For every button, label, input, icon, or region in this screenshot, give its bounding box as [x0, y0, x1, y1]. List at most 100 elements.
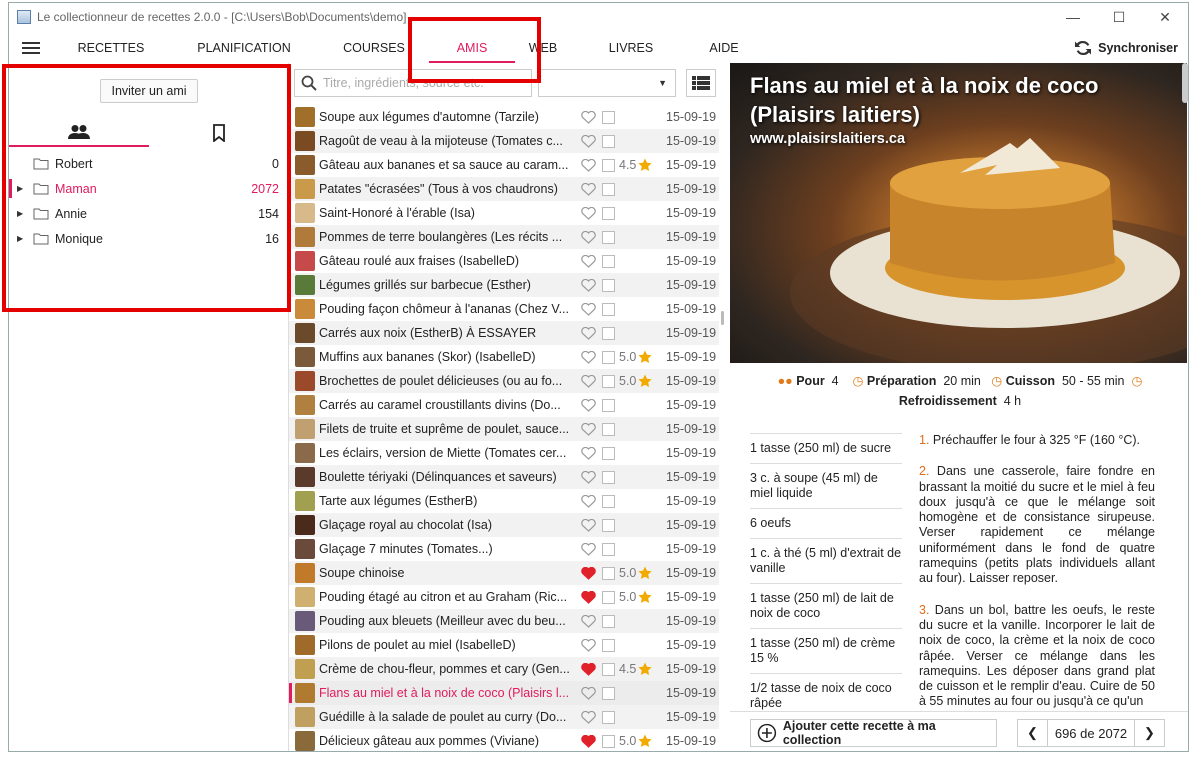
expand-arrow-icon[interactable]: ▶ [17, 209, 33, 218]
recipe-row[interactable]: Gâteau aux bananes et sa sauce au caram.… [289, 153, 719, 177]
recipe-checkbox[interactable] [602, 662, 615, 676]
maximize-button[interactable]: ☐ [1096, 3, 1142, 31]
recipe-row[interactable]: Délicieux gâteau aux pommes (Viviane) 5.0… [289, 729, 719, 751]
favorite-heart-icon[interactable] [579, 542, 597, 556]
hamburger-icon[interactable] [9, 41, 53, 55]
favorite-heart-icon[interactable] [579, 398, 597, 412]
tab-livres[interactable]: LIVRES [571, 33, 691, 63]
tab-planification[interactable]: PLANIFICATION [169, 33, 319, 63]
expand-arrow-icon[interactable]: ▶ [17, 234, 33, 243]
view-toggle-button[interactable] [686, 69, 716, 97]
detail-scrollbar[interactable] [1182, 63, 1188, 103]
favorite-heart-icon[interactable] [579, 326, 597, 340]
recipe-checkbox[interactable] [602, 278, 615, 292]
favorite-heart-icon[interactable] [579, 518, 597, 532]
favorite-heart-icon[interactable] [579, 206, 597, 220]
recipe-checkbox[interactable] [602, 518, 615, 532]
close-button[interactable]: ✕ [1142, 3, 1188, 31]
recipe-checkbox[interactable] [602, 374, 615, 388]
favorite-heart-icon[interactable] [579, 230, 597, 244]
tab-aide[interactable]: AIDE [691, 33, 757, 63]
favorite-heart-icon[interactable] [579, 422, 597, 436]
favorite-heart-icon[interactable] [579, 662, 597, 676]
favorite-heart-icon[interactable] [579, 278, 597, 292]
next-button[interactable]: ❯ [1134, 720, 1164, 746]
favorite-heart-icon[interactable] [579, 302, 597, 316]
favorite-heart-icon[interactable] [579, 182, 597, 196]
favorite-heart-icon[interactable] [579, 350, 597, 364]
recipe-checkbox[interactable] [602, 398, 615, 412]
recipe-row[interactable]: Saint-Honoré à l'érable (Isa) 15-09-19 [289, 201, 719, 225]
search-box[interactable]: Titre, ingrédients, source etc. [294, 69, 532, 97]
friend-item[interactable]: ▶ Monique 16 [9, 226, 289, 251]
recipe-row[interactable]: Guédille à la salade de poulet au curry … [289, 705, 719, 729]
favorite-heart-icon[interactable] [579, 734, 597, 748]
recipe-checkbox[interactable] [602, 494, 615, 508]
recipe-checkbox[interactable] [602, 590, 615, 604]
recipe-checkbox[interactable] [602, 614, 615, 628]
recipe-row[interactable]: Pilons de poulet au miel (IsabelleD) 15-0… [289, 633, 719, 657]
recipe-checkbox[interactable] [602, 734, 615, 748]
recipe-checkbox[interactable] [602, 182, 615, 196]
favorite-heart-icon[interactable] [579, 494, 597, 508]
recipe-row[interactable]: Tarte aux légumes (EstherB) 15-09-19 [289, 489, 719, 513]
add-to-collection-button[interactable]: Ajouter cette recette à ma collection [750, 719, 997, 747]
favorite-heart-icon[interactable] [579, 446, 597, 460]
favorite-heart-icon[interactable] [579, 566, 597, 580]
recipe-row[interactable]: Gâteau roulé aux fraises (IsabelleD) 15-0… [289, 249, 719, 273]
recipe-checkbox[interactable] [602, 110, 615, 124]
favorite-heart-icon[interactable] [579, 158, 597, 172]
prev-button[interactable]: ❮ [1018, 720, 1048, 746]
recipe-row[interactable]: Brochettes de poulet délicieuses (ou au … [289, 369, 719, 393]
tab-web[interactable]: WEB [515, 33, 571, 63]
expand-arrow-icon[interactable]: ▶ [17, 184, 33, 193]
recipe-row[interactable]: Soupe aux légumes d'automne (Tarzile) 15-… [289, 105, 719, 129]
recipe-row[interactable]: Muffins aux bananes (Skor) (IsabelleD) 5.… [289, 345, 719, 369]
recipe-checkbox[interactable] [602, 158, 615, 172]
recipe-row[interactable]: Les éclairs, version de Miette (Tomates … [289, 441, 719, 465]
favorite-heart-icon[interactable] [579, 590, 597, 604]
friend-item[interactable]: ▶ Maman 2072 [9, 176, 289, 201]
recipe-checkbox[interactable] [602, 710, 615, 724]
recipe-row[interactable]: Glaçage royal au chocolat (Isa) 15-09-19 [289, 513, 719, 537]
recipe-checkbox[interactable] [602, 446, 615, 460]
favorite-heart-icon[interactable] [579, 110, 597, 124]
recipe-checkbox[interactable] [602, 350, 615, 364]
recipe-checkbox[interactable] [602, 470, 615, 484]
favorite-heart-icon[interactable] [579, 710, 597, 724]
recipe-row[interactable]: Flans au miel et à la noix de coco (Plai… [289, 681, 719, 705]
recipe-row[interactable]: Glaçage 7 minutes (Tomates...) 15-09-19 [289, 537, 719, 561]
recipe-checkbox[interactable] [602, 638, 615, 652]
tab-recettes[interactable]: RECETTES [53, 33, 169, 63]
recipe-row[interactable]: Pouding étagé au citron et au Graham (Ri… [289, 585, 719, 609]
sync-button[interactable]: Synchroniser [1074, 33, 1178, 63]
tab-courses[interactable]: COURSES [319, 33, 429, 63]
recipe-row[interactable]: Ragoût de veau à la mijoteuse (Tomates c… [289, 129, 719, 153]
favorite-heart-icon[interactable] [579, 638, 597, 652]
friends-tab[interactable] [9, 119, 149, 147]
recipe-checkbox[interactable] [602, 206, 615, 220]
favorite-heart-icon[interactable] [579, 470, 597, 484]
recipe-row[interactable]: Pouding aux bleuets (Meilleur avec du be… [289, 609, 719, 633]
recipe-row[interactable]: Pommes de terre boulangères (Les récits … [289, 225, 719, 249]
favorite-heart-icon[interactable] [579, 614, 597, 628]
recipe-row[interactable]: Carrés au caramel croustillants divins (… [289, 393, 719, 417]
favorite-heart-icon[interactable] [579, 374, 597, 388]
recipe-checkbox[interactable] [602, 542, 615, 556]
tab-amis[interactable]: AMIS [429, 33, 515, 63]
friend-item[interactable]: Robert 0 [9, 151, 289, 176]
recipe-checkbox[interactable] [602, 422, 615, 436]
friend-item[interactable]: ▶ Annie 154 [9, 201, 289, 226]
recipe-row[interactable]: Carrés aux noix (EstherB) À ESSAYER 15-09… [289, 321, 719, 345]
favorite-heart-icon[interactable] [579, 134, 597, 148]
recipe-checkbox[interactable] [602, 254, 615, 268]
filter-dropdown[interactable]: ▼ [538, 69, 676, 97]
recipe-row[interactable]: Soupe chinoise 5.0 15-09-19 [289, 561, 719, 585]
recipe-checkbox[interactable] [602, 302, 615, 316]
search-input[interactable]: Titre, ingrédients, source etc. [323, 76, 484, 90]
minimize-button[interactable]: — [1050, 3, 1096, 31]
recipe-row[interactable]: Boulette tériyaki (Délinquances et saveu… [289, 465, 719, 489]
recipe-row[interactable]: Crème de chou-fleur, pommes et cary (Gen… [289, 657, 719, 681]
recipe-checkbox[interactable] [602, 134, 615, 148]
recipe-checkbox[interactable] [602, 326, 615, 340]
